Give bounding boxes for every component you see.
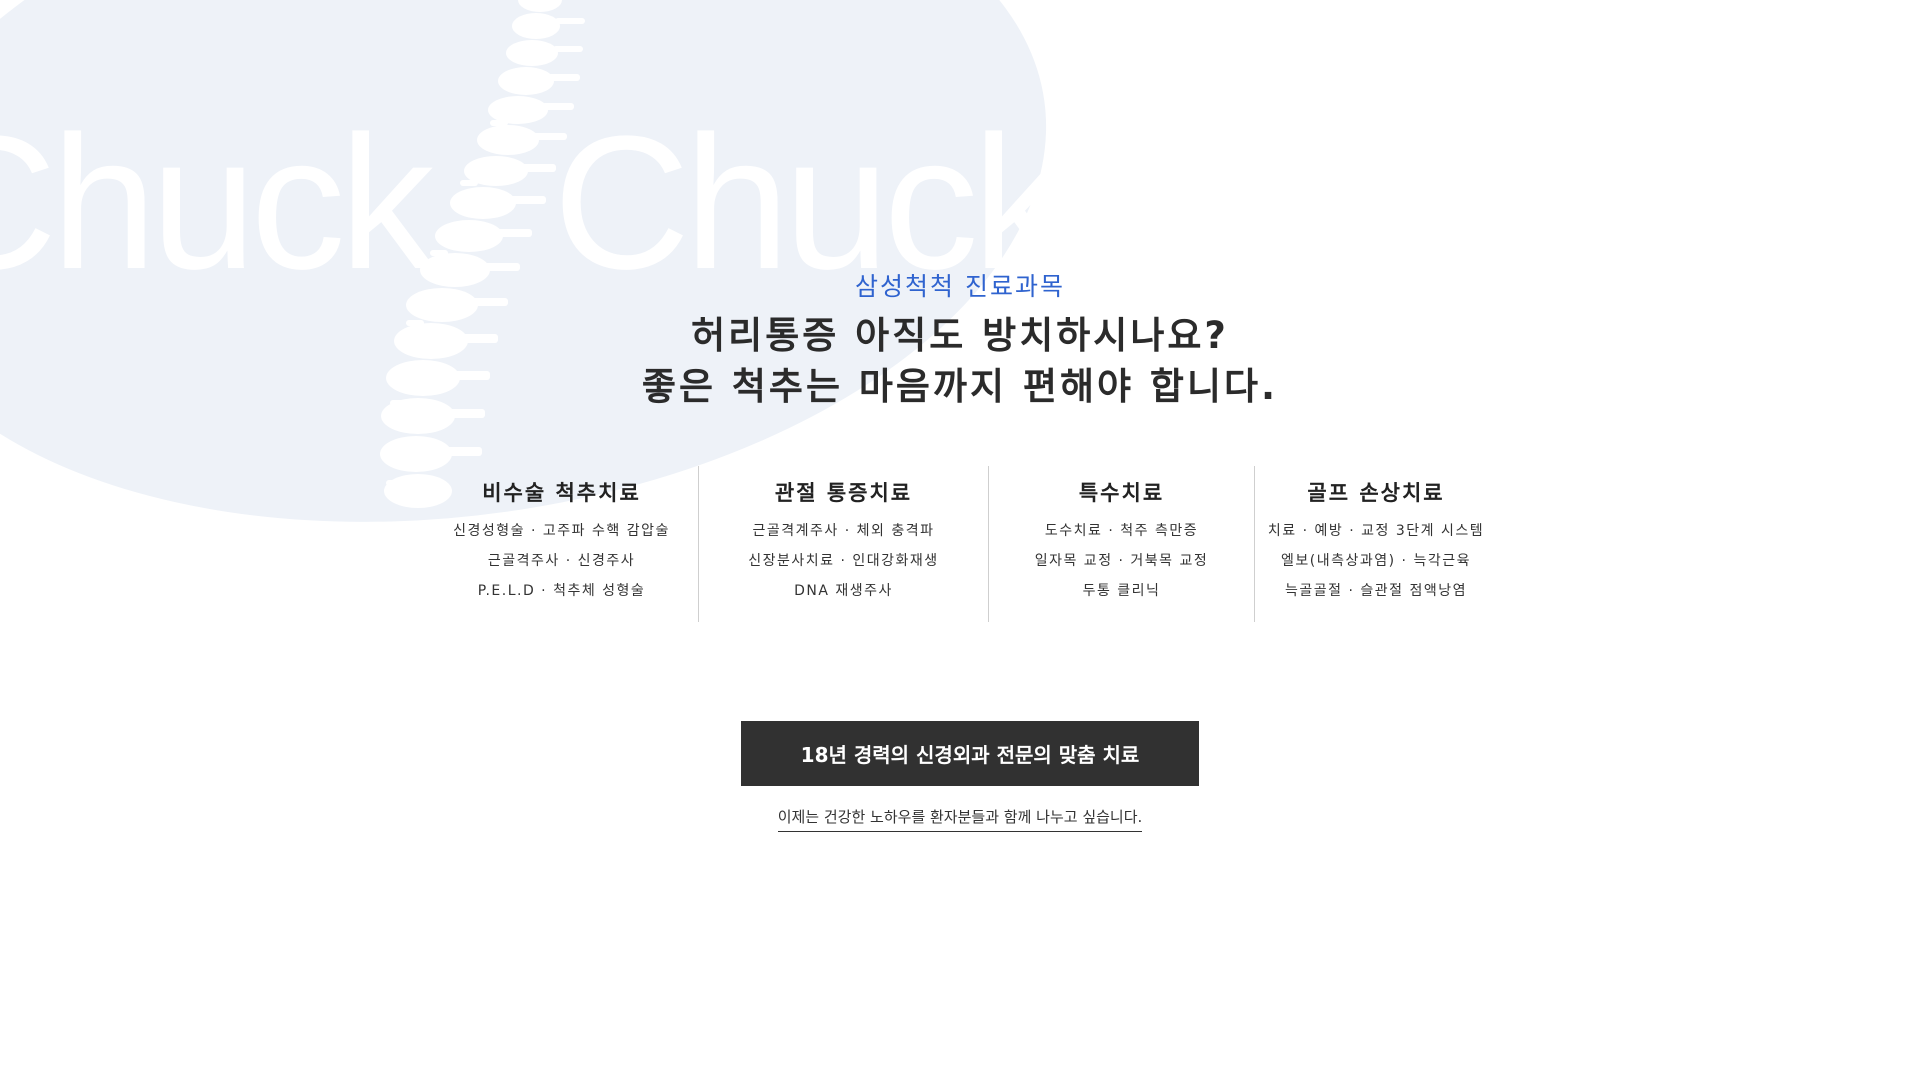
- service-item: 신경성형술 · 고주파 수핵 감압술: [453, 523, 670, 539]
- service-golf: 골프 손상치료 치료 · 예방 · 교정 3단계 시스템 엘보(내측상과염) ·…: [1254, 466, 1497, 622]
- service-item: 엘보(내측상과염) · 늑각근육: [1281, 553, 1471, 569]
- service-title: 비수술 척추치료: [482, 481, 641, 505]
- service-item: 일자목 교정 · 거북목 교정: [1034, 553, 1209, 569]
- service-title: 관절 통증치료: [774, 481, 913, 505]
- service-special: 특수치료 도수치료 · 척주 측만증 일자목 교정 · 거북목 교정 두통 클리…: [988, 466, 1254, 622]
- headline-line-1: 허리통증 아직도 방치하시나요?: [691, 314, 1229, 357]
- service-list: 비수술 척추치료 신경성형술 · 고주파 수핵 감압술 근골격주사 · 신경주사…: [425, 466, 1497, 622]
- service-joint: 관절 통증치료 근골격계주사 · 체외 충격파 신장분사치료 · 인대강화재생 …: [698, 466, 988, 622]
- service-title: 특수치료: [1078, 481, 1165, 505]
- service-item: 신장분사치료 · 인대강화재생: [748, 553, 939, 569]
- service-item: 근골격계주사 · 체외 충격파: [752, 523, 935, 539]
- service-item: DNA 재생주사: [794, 583, 893, 599]
- section-headline: 허리통증 아직도 방치하시나요? 좋은 척추는 마음까지 편해야 합니다.: [0, 310, 1920, 412]
- service-spine: 비수술 척추치료 신경성형술 · 고주파 수핵 감압술 근골격주사 · 신경주사…: [425, 466, 698, 622]
- headline-line-2: 좋은 척추는 마음까지 편해야 합니다.: [641, 365, 1279, 408]
- service-title: 골프 손상치료: [1307, 481, 1445, 505]
- specialist-treatment-button[interactable]: 18년 경력의 신경외과 전문의 맞춤 치료: [741, 721, 1199, 786]
- section-eyebrow: 삼성척척 진료과목: [855, 272, 1065, 301]
- cta-subtext-wrapper: 이제는 건강한 노하우를 환자분들과 함께 나누고 싶습니다.: [0, 806, 1920, 832]
- cta-subtext: 이제는 건강한 노하우를 환자분들과 함께 나누고 싶습니다.: [777, 806, 1143, 832]
- service-item: 치료 · 예방 · 교정 3단계 시스템: [1267, 523, 1485, 539]
- service-item: P.E.L.D · 척추체 성형술: [477, 583, 646, 599]
- service-item: 근골격주사 · 신경주사: [487, 553, 636, 569]
- service-item: 늑골골절 · 슬관절 점액낭염: [1285, 583, 1467, 599]
- service-item: 두통 클리닉: [1082, 583, 1161, 599]
- service-item: 도수치료 · 척주 측만증: [1044, 523, 1199, 539]
